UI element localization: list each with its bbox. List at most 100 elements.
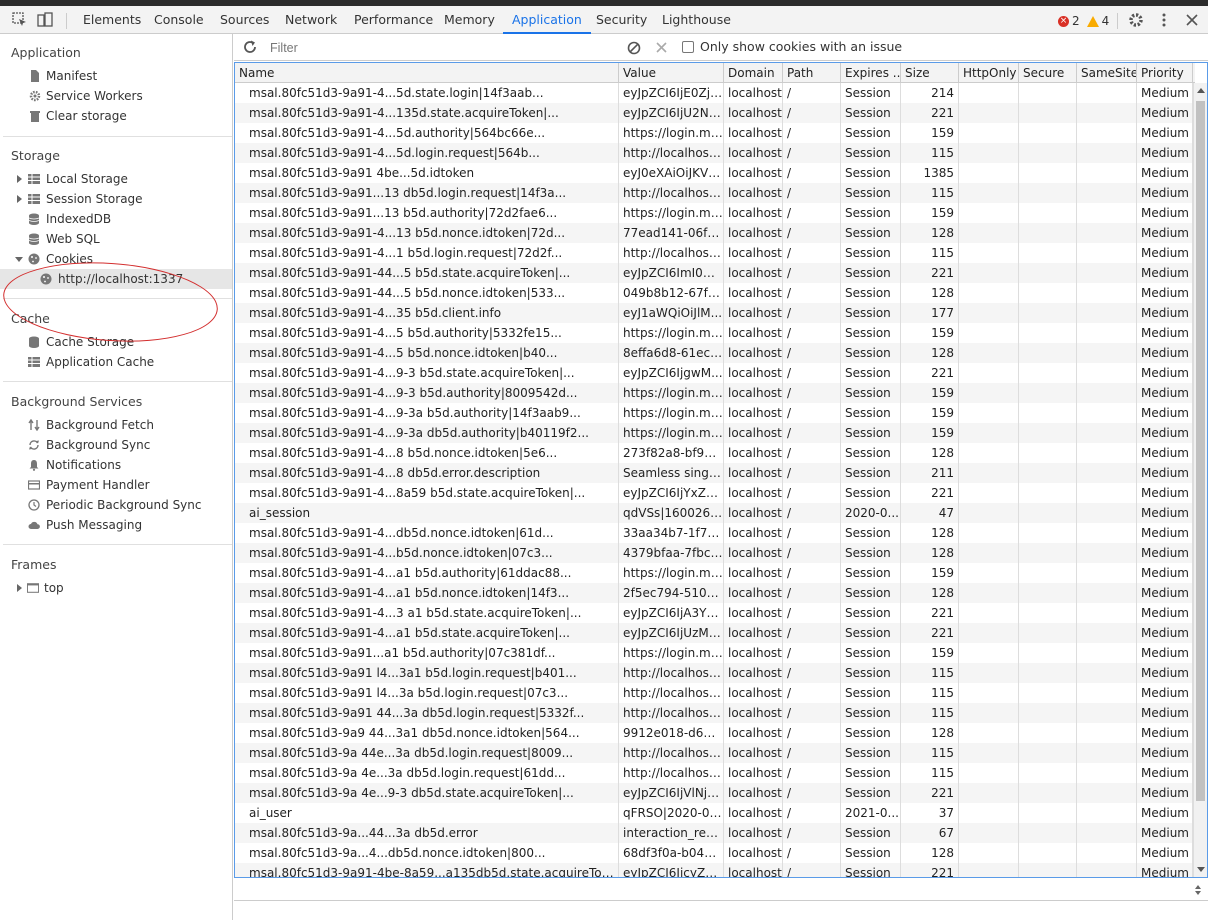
expand-arrow-icon[interactable] [17,195,22,203]
tab-performance[interactable]: Performance [354,6,433,34]
table-row[interactable]: msal.80fc51d3-9a91 l4...3a1 b5d.login.re… [235,663,1195,683]
table-row[interactable]: msal.80fc51d3-9a91-4...8a59 b5d.state.ac… [235,483,1195,503]
table-row[interactable]: msal.80fc51d3-9a...4...db5d.nonce.idtoke… [235,843,1195,863]
table-row[interactable]: msal.80fc51d3-9a91-4...a1 b5d.nonce.idto… [235,583,1195,603]
header-col-expires[interactable]: Expires ... [841,63,901,83]
table-row[interactable]: msal.80fc51d3-9a91-4...5d.state.login|14… [235,83,1195,103]
sidebar-item-application-cache[interactable]: Application Cache [0,352,232,372]
sidebar-item-manifest[interactable]: Manifest [0,66,232,86]
sidebar-item-frame-top[interactable]: top [0,578,232,598]
expand-arrow-icon[interactable] [17,584,22,592]
header-col-path[interactable]: Path [783,63,841,83]
scrollbar-thumb[interactable] [1196,101,1205,801]
table-row[interactable]: msal.80fc51d3-9a91-4...9-3 b5d.state.acq… [235,363,1195,383]
table-row[interactable]: msal.80fc51d3-9a 44e...3a db5d.login.req… [235,743,1195,763]
table-row[interactable]: msal.80fc51d3-9a91-4...9-3a b5d.authorit… [235,403,1195,423]
header-col-httponly[interactable]: HttpOnly [959,63,1019,83]
sidebar-item-local-storage[interactable]: Local Storage [0,169,232,189]
sidebar-item-cache-storage[interactable]: Cache Storage [0,332,232,352]
table-row[interactable]: msal.80fc51d3-9a91-4...1 b5d.login.reque… [235,243,1195,263]
table-row[interactable]: msal.80fc51d3-9a91...13 b5d.authority|72… [235,203,1195,223]
delete-selected-icon[interactable] [655,41,668,54]
table-row[interactable]: ai_session qdVSs|1600267... localhost/2020… [235,503,1195,523]
sidebar-item-cookies[interactable]: Cookies [0,249,232,269]
sidebar-item-background-fetch[interactable]: Background Fetch [0,415,232,435]
table-row[interactable]: msal.80fc51d3-9a 4e...3a db5d.login.requ… [235,763,1195,783]
table-row[interactable]: msal.80fc51d3-9a91-4...5d.authority|564b… [235,123,1195,143]
sidebar-item-session-storage[interactable]: Session Storage [0,189,232,209]
sidebar-item-cookie-origin[interactable]: http://localhost:1337 [0,269,232,289]
tab-sources[interactable]: Sources [220,6,269,34]
tab-network[interactable]: Network [285,6,337,34]
table-row[interactable]: ai_user qFRSO|2020-09-... localhost/2021-0… [235,803,1195,823]
table-row[interactable]: msal.80fc51d3-9a91-4...a1 b5d.authority|… [235,563,1195,583]
sidebar-item-notifications[interactable]: Notifications [0,455,232,475]
scroll-down-arrow-icon[interactable] [1197,867,1205,872]
header-col-secure[interactable]: Secure [1019,63,1077,83]
table-row[interactable]: msal.80fc51d3-9a91...a1 b5d.authority|07… [235,643,1195,663]
header-col-domain[interactable]: Domain [724,63,783,83]
table-row[interactable]: msal.80fc51d3-9a91 4be...5d.idtoken eyJ0e… [235,163,1195,183]
sidebar-item-web-sql[interactable]: Web SQL [0,229,232,249]
tab-application[interactable]: Application [503,6,591,34]
tab-memory[interactable]: Memory [444,6,495,34]
issues-counter[interactable]: × 2 4 [1058,13,1109,29]
scroll-up-arrow-icon[interactable] [1197,88,1205,93]
table-row[interactable]: msal.80fc51d3-9a91-4...5 b5d.nonce.idtok… [235,343,1195,363]
table-row[interactable]: msal.80fc51d3-9a...44...3a db5d.error int… [235,823,1195,843]
table-row[interactable]: msal.80fc51d3-9a91-4...135d.state.acquir… [235,103,1195,123]
table-row[interactable]: msal.80fc51d3-9a91-4...db5d.nonce.idtoke… [235,523,1195,543]
device-toolbar-icon[interactable] [36,11,54,29]
table-row[interactable]: msal.80fc51d3-9a91...13 db5d.login.reque… [235,183,1195,203]
tab-elements[interactable]: Elements [83,6,141,34]
sidebar-item-periodic-background-sync[interactable]: Periodic Background Sync [0,495,232,515]
sidebar-item-clear-storage[interactable]: Clear storage [0,106,232,126]
clear-all-icon[interactable] [627,41,641,55]
table-row[interactable]: msal.80fc51d3-9a9 44...3a1 db5d.nonce.id… [235,723,1195,743]
sidebar-item-service-workers[interactable]: Service Workers [0,86,232,106]
vertical-scrollbar[interactable] [1193,83,1207,877]
table-row[interactable]: msal.80fc51d3-9a91-4...8 b5d.nonce.idtok… [235,443,1195,463]
refresh-icon[interactable] [242,39,258,55]
header-col-samesite[interactable]: SameSite [1077,63,1137,83]
table-row[interactable]: msal.80fc51d3-9a91-4...3 a1 b5d.state.ac… [235,603,1195,623]
table-row[interactable]: msal.80fc51d3-9a91-4...5 b5d.authority|5… [235,323,1195,343]
table-row[interactable]: msal.80fc51d3-9a91 l4...3a b5d.login.req… [235,683,1195,703]
table-row[interactable]: msal.80fc51d3-9a91-4...9-3 b5d.authority… [235,383,1195,403]
inspect-element-icon[interactable] [11,11,29,29]
filter-input[interactable] [262,38,610,57]
cell-name: msal.80fc51d3-9a91-4...5d.authority|564b… [235,123,619,143]
table-row[interactable]: msal.80fc51d3-9a91-4...5d.login.request|… [235,143,1195,163]
header-col-value[interactable]: Value [619,63,724,83]
table-row[interactable]: msal.80fc51d3-9a91 44...3a db5d.login.re… [235,703,1195,723]
table-row[interactable]: msal.80fc51d3-9a91-4...9-3a db5d.authori… [235,423,1195,443]
resize-down-icon[interactable] [1195,891,1201,895]
resize-up-icon[interactable] [1195,885,1201,889]
header-col-priority[interactable]: Priority [1137,63,1193,83]
sidebar-item-indexeddb[interactable]: IndexedDB [0,209,232,229]
table-row[interactable]: msal.80fc51d3-9a91-4...13 b5d.nonce.idto… [235,223,1195,243]
cell-path: / [783,83,841,103]
tab-console[interactable]: Console [154,6,204,34]
close-devtools-icon[interactable] [1183,11,1201,29]
expand-arrow-icon[interactable] [17,175,22,183]
only-issues-checkbox[interactable] [682,41,694,53]
table-row[interactable]: msal.80fc51d3-9a 4e...9-3 db5d.state.acq… [235,783,1195,803]
table-row[interactable]: msal.80fc51d3-9a91-44...5 b5d.state.acqu… [235,263,1195,283]
more-options-icon[interactable] [1155,11,1173,29]
sidebar-item-background-sync[interactable]: Background Sync [0,435,232,455]
sidebar-item-push-messaging[interactable]: Push Messaging [0,515,232,535]
table-row[interactable]: msal.80fc51d3-9a91-4...35 b5d.client.inf… [235,303,1195,323]
table-row[interactable]: msal.80fc51d3-9a91-4be-8a59...a135db5d.s… [235,863,1195,877]
table-row[interactable]: msal.80fc51d3-9a91-4...8 db5d.error.desc… [235,463,1195,483]
header-col-name[interactable]: Name [235,63,619,83]
sidebar-item-payment-handler[interactable]: Payment Handler [0,475,232,495]
settings-gear-icon[interactable] [1127,11,1145,29]
table-row[interactable]: msal.80fc51d3-9a91-4...a1 b5d.state.acqu… [235,623,1195,643]
tab-lighthouse[interactable]: Lighthouse [662,6,731,34]
header-col-size[interactable]: Size [901,63,959,83]
tab-security[interactable]: Security [596,6,647,34]
table-row[interactable]: msal.80fc51d3-9a91-44...5 b5d.nonce.idto… [235,283,1195,303]
table-row[interactable]: msal.80fc51d3-9a91-4...b5d.nonce.idtoken… [235,543,1195,563]
collapse-arrow-icon[interactable] [15,257,23,262]
